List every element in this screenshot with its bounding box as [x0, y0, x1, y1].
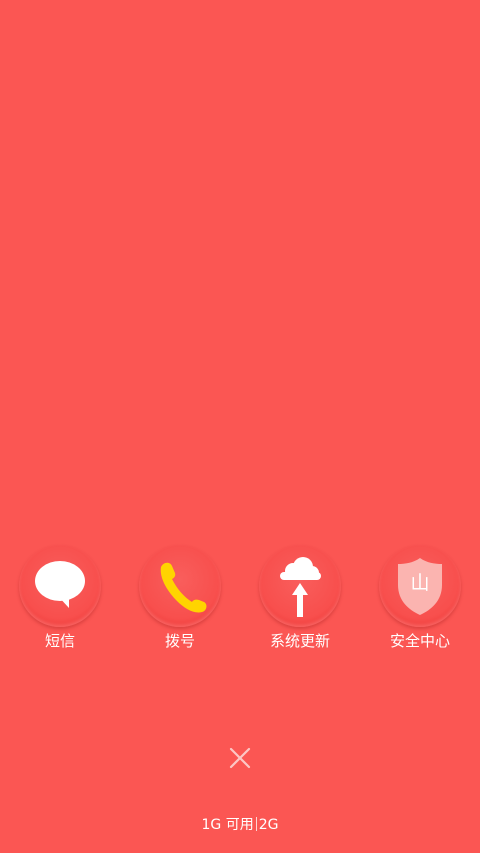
app-dialer-circle: [139, 545, 221, 627]
memory-total: 2G: [258, 817, 279, 833]
message-bubble-icon: [35, 561, 85, 608]
app-messages-label: 短信: [44, 632, 75, 650]
app-dialer-label: 拨号: [164, 632, 195, 650]
app-system-update-circle: [259, 545, 341, 627]
recent-apps-dock: 短信 拨号 系统更新 山 安全中心: [0, 545, 480, 655]
app-dialer[interactable]: 拨号: [120, 545, 240, 655]
app-security-center-circle: 山: [379, 545, 461, 627]
phone-handset-icon: [160, 562, 207, 613]
shield-icon: 山: [398, 558, 442, 615]
shield-glyph: 山: [410, 572, 429, 594]
memory-divider: [255, 817, 257, 831]
app-security-center-label: 安全中心: [389, 632, 450, 650]
close-icon: [229, 747, 251, 769]
app-messages[interactable]: 短信: [0, 545, 120, 655]
app-security-center[interactable]: 山 安全中心: [360, 545, 480, 655]
memory-available: 1G 可用: [201, 817, 254, 833]
app-messages-circle: [19, 545, 101, 627]
cloud-upload-icon: [280, 557, 321, 617]
clear-all-button[interactable]: [220, 738, 260, 778]
app-system-update[interactable]: 系统更新: [240, 545, 360, 655]
memory-status: 1G 可用 2G: [0, 815, 480, 835]
app-system-update-label: 系统更新: [269, 632, 330, 650]
